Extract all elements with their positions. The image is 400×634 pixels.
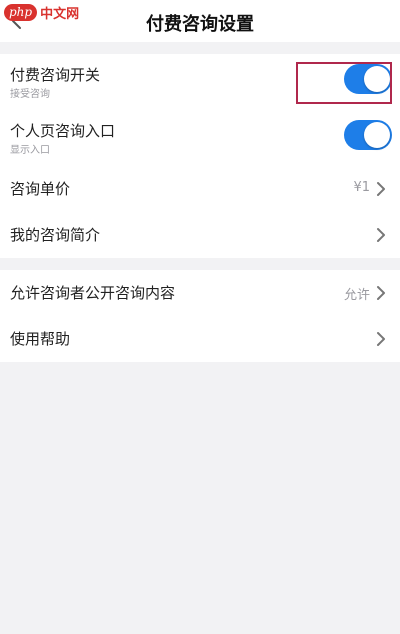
row-sublabel: 显示入口 [10, 145, 50, 156]
row-label: 使用帮助 [10, 330, 71, 348]
page-title: 付费咨询设置 [146, 14, 254, 35]
row-label: 允许咨询者公开咨询内容 [10, 284, 176, 302]
nav-bar: php 中文网 付费咨询设置 [0, 0, 400, 42]
toggle-knob [364, 122, 390, 148]
row-label: 个人页咨询入口 [10, 122, 116, 140]
chevron-right-icon [377, 332, 385, 346]
row-usage-help[interactable]: 使用帮助 [0, 316, 400, 362]
row-label: 我的咨询简介 [10, 226, 101, 244]
chevron-right-icon [377, 182, 385, 196]
allow-public-value: 允许 [343, 288, 370, 303]
consult-price-value: ¥1 [353, 180, 370, 195]
chevron-right-icon [377, 286, 385, 300]
row-label: 咨询单价 [10, 180, 71, 198]
row-consult-price[interactable]: 咨询单价 ¥1 [0, 166, 400, 212]
profile-entry-toggle[interactable] [344, 120, 392, 150]
row-allow-public-content[interactable]: 允许咨询者公开咨询内容 允许 [0, 270, 400, 316]
annotation-highlight-box [296, 62, 392, 104]
row-sublabel: 接受咨询 [10, 89, 50, 100]
row-label: 付费咨询开关 [10, 66, 101, 84]
settings-group-other: 允许咨询者公开咨询内容 允许 使用帮助 [0, 270, 400, 362]
chevron-right-icon [377, 228, 385, 242]
row-profile-entry-switch: 个人页咨询入口 显示入口 [0, 110, 400, 166]
row-consult-intro[interactable]: 我的咨询简介 [0, 212, 400, 258]
